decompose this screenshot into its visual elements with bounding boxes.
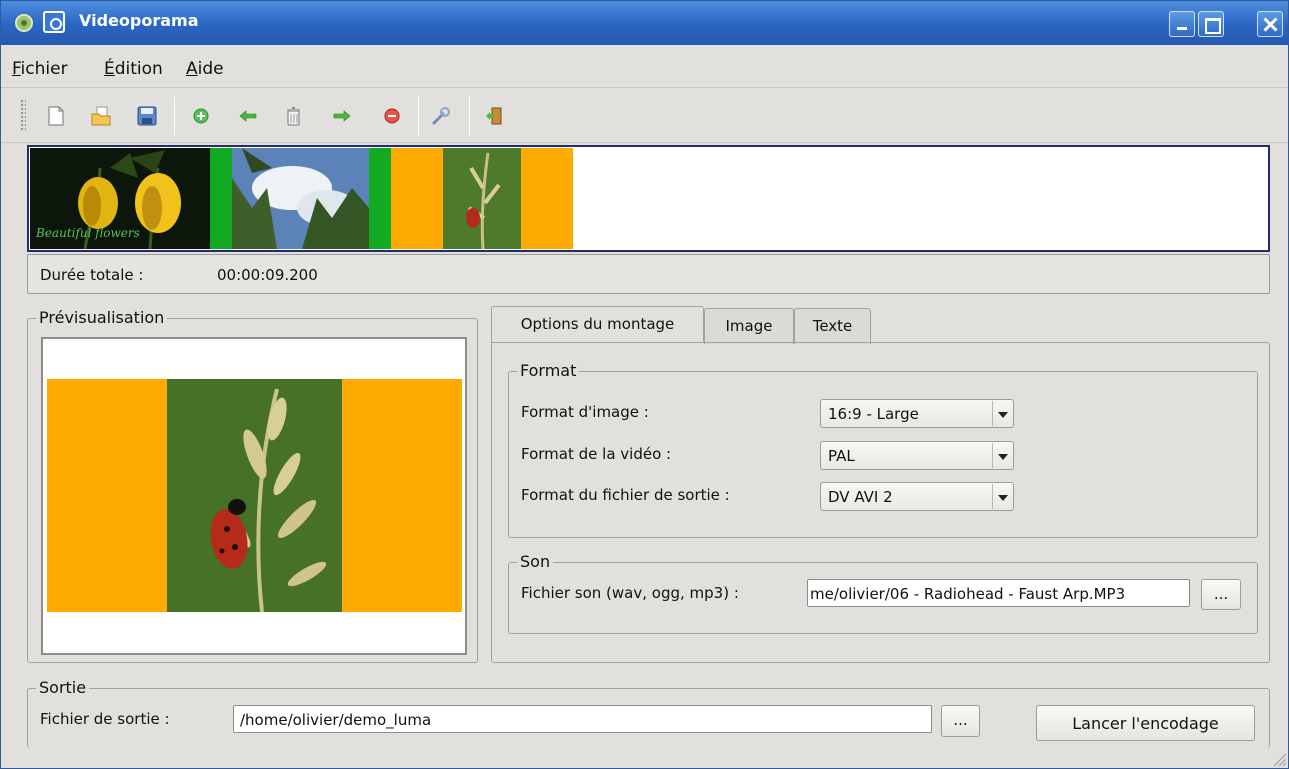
move-right-icon[interactable] [331,105,353,127]
sound-file-label: Fichier son (wav, ogg, mp3) : [521,584,739,602]
input-value: me/olivier/06 - Radiohead - Faust Arp.MP… [810,585,1126,603]
film-thumb-sky[interactable] [232,148,369,249]
menu-label: dition [114,59,163,79]
preview-frame [41,337,467,655]
browse-sound-button[interactable]: ... [1201,579,1241,610]
output-title: Sortie [36,678,90,697]
format-title: Format [517,361,580,380]
toolbar [1,89,1288,143]
output-file-format-label: Format du fichier de sortie : [521,486,730,504]
title-bar[interactable]: Videoporama [1,1,1288,45]
menu-bar: Fichier Édition Aide [1,46,1288,88]
thumb-caption: Beautiful flowers [36,226,140,240]
ladybug-thumb-image [443,148,521,249]
select-value: DV AVI 2 [828,488,893,506]
image-format-select[interactable]: 16:9 - Large [820,399,1014,428]
video-format-label: Format de la vidéo : [521,445,672,463]
toolbar-separator [174,97,175,135]
menu-accel: É [104,59,115,79]
film-transition-green[interactable] [369,148,391,249]
tab-image[interactable]: Image [704,308,794,344]
sound-title: Son [517,552,554,571]
open-folder-icon[interactable] [90,105,112,127]
resize-grip-icon[interactable] [1269,749,1287,767]
video-format-select[interactable]: PAL [820,441,1014,470]
chevron-down-icon[interactable] [992,443,1012,468]
menu-accel: F [12,59,21,79]
new-file-icon[interactable] [45,105,67,127]
film-transition-green[interactable] [210,148,232,249]
start-encoding-button[interactable]: Lancer l'encodage [1036,705,1255,741]
tab-label: Texte [812,317,853,335]
sound-file-input[interactable]: me/olivier/06 - Radiohead - Faust Arp.MP… [807,579,1190,607]
output-file-input[interactable]: /home/olivier/demo_luma [233,705,932,733]
preview-ladybug-image [167,379,342,612]
desktop-logo-icon[interactable] [13,12,35,34]
menu-edition[interactable]: Édition [104,59,163,79]
tab-label: Options du montage [520,315,675,333]
settings-wrench-icon[interactable] [430,105,452,127]
chevron-down-icon[interactable] [992,401,1012,426]
app-menu-icon[interactable] [43,11,65,33]
toolbar-separator [418,97,419,135]
select-value: PAL [828,447,855,465]
duration-panel: Durée totale : 00:00:09.200 [27,254,1270,294]
menu-aide[interactable]: Aide [186,59,224,79]
chevron-down-icon[interactable] [992,484,1012,509]
film-thumb-ladybug[interactable] [391,148,573,249]
button-label: ... [953,711,968,729]
move-left-icon[interactable] [237,105,259,127]
maximize-button[interactable] [1198,11,1224,37]
browse-output-button[interactable]: ... [941,705,980,737]
tab-options-montage[interactable]: Options du montage [491,306,704,342]
toolbar-separator [469,97,470,135]
duration-value: 00:00:09.200 [217,266,318,284]
menu-accel: A [186,59,198,79]
menu-label: ide [197,59,224,79]
add-icon[interactable] [190,105,212,127]
select-value: 16:9 - Large [828,405,919,423]
window-title: Videoporama [79,11,199,30]
output-file-format-select[interactable]: DV AVI 2 [820,482,1014,511]
input-value: /home/olivier/demo_luma [240,711,432,729]
output-file-label: Fichier de sortie : [40,710,170,728]
button-label: Lancer l'encodage [1072,714,1219,733]
app-window: Videoporama Fichier Édition Aide Beautif… [0,0,1289,769]
minimize-button[interactable] [1169,11,1195,37]
close-button[interactable] [1257,11,1283,37]
save-icon[interactable] [136,105,158,127]
image-format-label: Format d'image : [521,403,649,421]
toolbar-grip[interactable] [20,99,26,131]
delete-image-icon[interactable] [283,105,305,127]
preview-title: Prévisualisation [36,308,168,327]
button-label: ... [1213,585,1229,603]
menu-fichier[interactable]: Fichier [12,59,68,79]
film-thumb-flowers[interactable]: Beautiful flowers [30,148,210,249]
filmstrip[interactable]: Beautiful flowers [27,145,1270,252]
duration-label: Durée totale : [40,266,144,284]
sky-trees-image [232,148,369,249]
tab-texte[interactable]: Texte [794,308,871,344]
tab-label: Image [725,317,773,335]
remove-icon[interactable] [381,105,403,127]
exit-icon[interactable] [483,105,505,127]
menu-label: ichier [20,59,68,79]
